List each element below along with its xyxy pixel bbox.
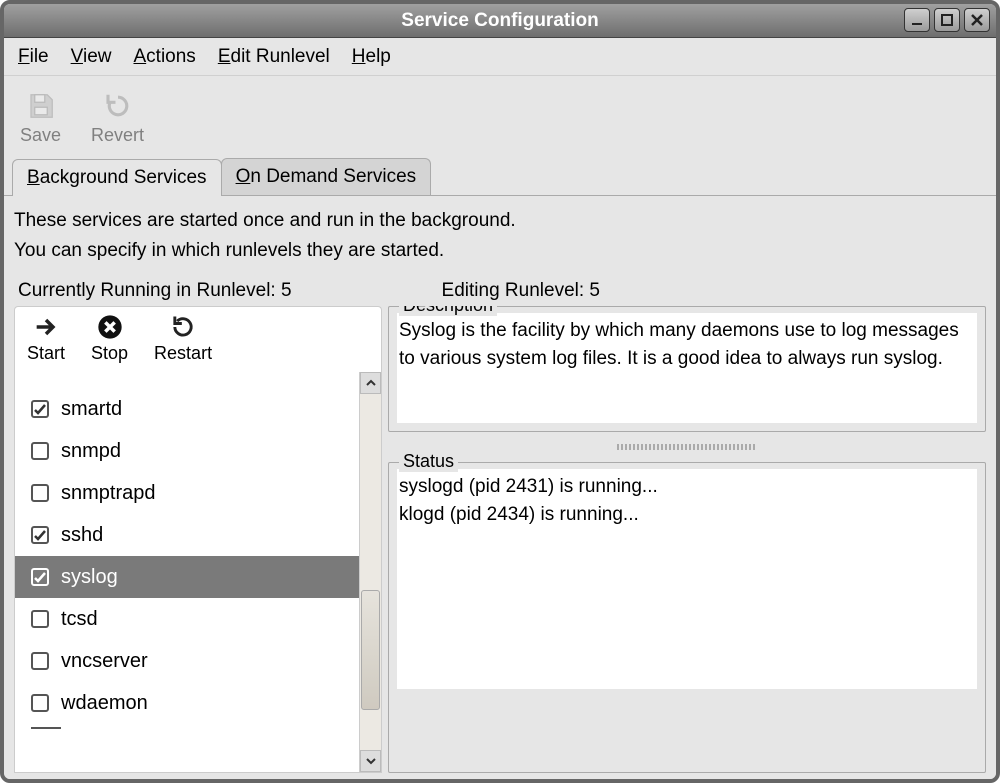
intro-text: These services are started once and run … [14, 206, 986, 266]
right-pane: Description Syslog is the facility by wh… [382, 306, 986, 773]
main-toolbar: Save Revert [4, 76, 996, 154]
start-button[interactable]: Start [27, 313, 65, 364]
service-name: sshd [61, 524, 103, 547]
status-fieldset: Status syslogd (pid 2431) is running... … [388, 462, 986, 773]
scrollbar[interactable] [359, 372, 381, 772]
app-window: Service Configuration File View Actions … [0, 0, 1000, 783]
tab-on-demand-services[interactable]: On Demand Services [221, 158, 432, 195]
list-item[interactable]: tcsd [15, 598, 359, 640]
service-checkbox[interactable] [31, 652, 49, 670]
status-line: klogd (pid 2434) is running... [399, 501, 975, 529]
stop-button[interactable]: Stop [91, 313, 128, 364]
service-checkbox[interactable] [31, 610, 49, 628]
runlevel-info: Currently Running in Runlevel: 5 Editing… [14, 280, 986, 302]
revert-label: Revert [91, 125, 144, 146]
splitter[interactable] [388, 440, 986, 454]
description-fieldset: Description Syslog is the facility by wh… [388, 306, 986, 432]
scroll-up-icon[interactable] [360, 372, 381, 394]
tab-background-services[interactable]: Background Services [12, 159, 222, 196]
service-checkbox[interactable] [31, 400, 49, 418]
minimize-button[interactable] [904, 8, 930, 32]
intro-line-2: You can specify in which runlevels they … [14, 236, 986, 266]
restart-button[interactable]: Restart [154, 313, 212, 364]
service-checkbox[interactable] [31, 694, 49, 712]
service-checkbox[interactable] [31, 442, 49, 460]
list-item[interactable]: wdaemon [15, 682, 359, 724]
menu-edit-runlevel[interactable]: Edit Runlevel [218, 46, 330, 68]
work-area: Start Stop Restart smartdsnmpdsnmptrapds… [14, 306, 986, 773]
restart-label: Restart [154, 343, 212, 364]
service-name: vncserver [61, 650, 148, 673]
scroll-down-icon[interactable] [360, 750, 381, 772]
service-list-wrap: smartd snmpd snmptrapd sshd syslog tcsd vncser… [14, 372, 382, 773]
window-title: Service Configuration [401, 10, 598, 32]
start-label: Start [27, 343, 65, 364]
scroll-track[interactable] [360, 394, 381, 750]
stop-icon [95, 313, 125, 341]
service-name: tcsd [61, 608, 98, 631]
titlebar[interactable]: Service Configuration [4, 4, 996, 38]
service-name: snmpd [61, 440, 121, 463]
revert-button[interactable]: Revert [91, 91, 144, 146]
service-checkbox[interactable] [31, 484, 49, 502]
service-checkbox[interactable] [31, 526, 49, 544]
service-list[interactable]: smartd snmpd snmptrapd sshd syslog tcsd vncser… [15, 372, 359, 772]
scroll-thumb[interactable] [361, 590, 380, 710]
restart-icon [168, 313, 198, 341]
list-item[interactable]: sshd [15, 514, 359, 556]
tab-row: Background Services On Demand Services [4, 154, 996, 196]
menu-view[interactable]: View [71, 46, 112, 68]
list-item[interactable] [15, 372, 359, 388]
intro-line-1: These services are started once and run … [14, 206, 986, 236]
status-legend: Status [399, 451, 458, 472]
save-button[interactable]: Save [20, 91, 61, 146]
left-pane: Start Stop Restart smartdsnmpdsnmptrapds… [14, 306, 382, 773]
splitter-grip-icon [617, 444, 757, 450]
description-legend: Description [399, 306, 497, 316]
menubar: File View Actions Edit Runlevel Help [4, 38, 996, 76]
maximize-button[interactable] [934, 8, 960, 32]
revert-icon [101, 91, 135, 121]
service-name: smartd [61, 398, 122, 421]
list-item[interactable]: snmptrapd [15, 472, 359, 514]
status-body: syslogd (pid 2431) is running... klogd (… [397, 469, 977, 689]
start-icon [31, 313, 61, 341]
service-checkbox[interactable] [31, 568, 49, 586]
status-line: syslogd (pid 2431) is running... [399, 473, 975, 501]
list-item[interactable]: snmpd [15, 430, 359, 472]
menu-file[interactable]: File [18, 46, 49, 68]
window-controls [904, 8, 990, 32]
description-body: Syslog is the facility by which many dae… [397, 313, 977, 423]
save-icon [24, 91, 58, 121]
list-item[interactable]: vncserver [15, 640, 359, 682]
list-item[interactable]: syslog [15, 556, 359, 598]
service-name: snmptrapd [61, 482, 156, 505]
menu-help[interactable]: Help [352, 46, 391, 68]
editing-runlevel: Editing Runlevel: 5 [442, 280, 600, 302]
close-button[interactable] [964, 8, 990, 32]
service-name: syslog [61, 566, 118, 589]
stop-label: Stop [91, 343, 128, 364]
current-runlevel: Currently Running in Runlevel: 5 [14, 280, 292, 302]
list-item-cutoff [15, 724, 359, 730]
content-area: These services are started once and run … [4, 196, 996, 779]
list-item[interactable]: smartd [15, 388, 359, 430]
service-actions-toolbar: Start Stop Restart [14, 306, 382, 372]
service-name: wdaemon [61, 692, 148, 715]
save-label: Save [20, 125, 61, 146]
menu-actions[interactable]: Actions [133, 46, 195, 68]
